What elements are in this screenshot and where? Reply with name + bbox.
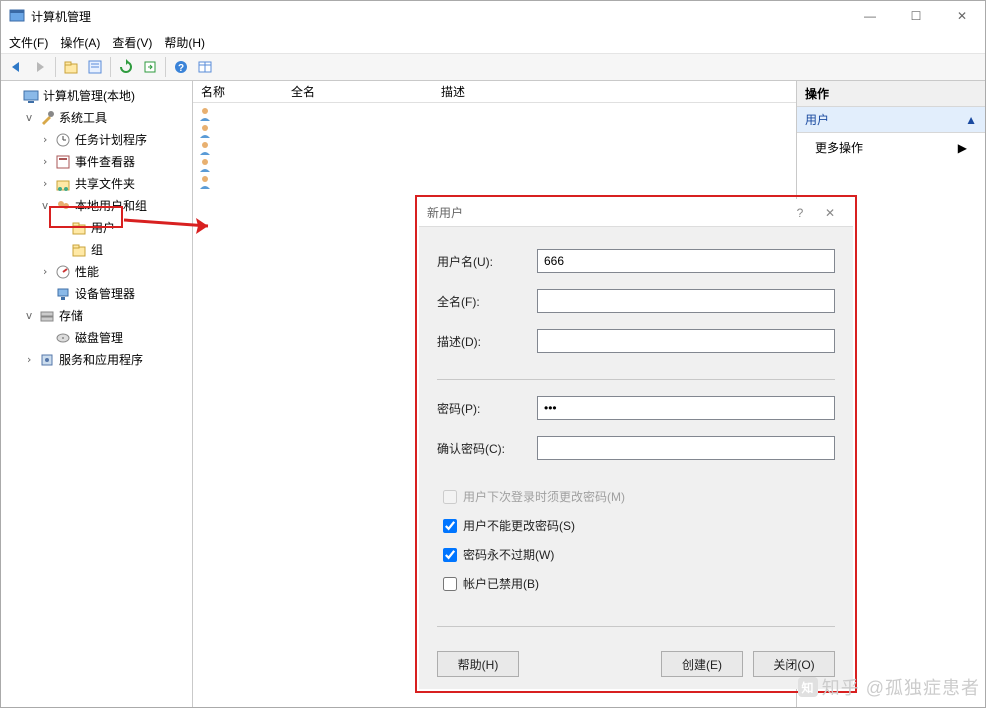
disk-icon — [55, 330, 71, 346]
up-folder-icon[interactable] — [60, 56, 82, 78]
tree-users[interactable]: 用户 — [53, 217, 190, 239]
export-icon[interactable] — [139, 56, 161, 78]
folder-icon — [71, 242, 87, 258]
menubar: 文件(F) 操作(A) 查看(V) 帮助(H) — [1, 31, 985, 53]
confirm-password-label: 确认密码(C): — [437, 440, 537, 457]
user-icon[interactable] — [197, 157, 215, 173]
list-rows — [193, 103, 796, 193]
maximize-button[interactable]: ☐ — [893, 1, 939, 31]
tree-local-users-groups[interactable]: v本地用户和组 — [37, 195, 190, 217]
refresh-icon[interactable] — [115, 56, 137, 78]
performance-icon — [55, 264, 71, 280]
user-icon[interactable] — [197, 174, 215, 190]
never-expires-checkbox[interactable] — [443, 548, 457, 562]
user-icon[interactable] — [197, 123, 215, 139]
annotation-highlight-dialog: 新用户 ? ✕ 用户名(U): 全名(F): — [415, 195, 857, 693]
col-description[interactable]: 描述 — [433, 83, 796, 100]
tree-system-tools[interactable]: v系统工具 — [21, 107, 190, 129]
device-icon — [55, 286, 71, 302]
new-user-dialog: 新用户 ? ✕ 用户名(U): 全名(F): — [419, 199, 853, 689]
menu-help[interactable]: 帮助(H) — [164, 34, 205, 51]
watermark: 知 知乎 @孤独症患者 — [798, 674, 980, 700]
help-icon[interactable]: ? — [170, 56, 192, 78]
password-input[interactable] — [537, 396, 835, 420]
tree-task-scheduler[interactable]: ›任务计划程序 — [37, 129, 190, 151]
svg-text:知: 知 — [800, 680, 814, 695]
more-actions[interactable]: 更多操作 ▶ — [797, 133, 985, 162]
computer-icon — [23, 88, 39, 104]
users-groups-icon — [55, 198, 71, 214]
tree-groups[interactable]: 组 — [53, 239, 190, 261]
back-arrow-icon[interactable] — [5, 56, 27, 78]
dialog-title: 新用户 — [427, 204, 463, 221]
tools-icon — [39, 110, 55, 126]
tree-performance[interactable]: ›性能 — [37, 261, 190, 283]
menu-action[interactable]: 操作(A) — [60, 34, 100, 51]
list-pane: 名称 全名 描述 新用户 ? ✕ — [193, 81, 797, 707]
chevron-right-icon: ▶ — [958, 141, 967, 155]
dialog-help-icon[interactable]: ? — [785, 206, 815, 220]
grid-icon[interactable] — [194, 56, 216, 78]
tree-pane: 计算机管理(本地) v系统工具 ›任务计划程序 ›事件查看器 ›共享文件夹 v本… — [1, 81, 193, 707]
fullname-input[interactable] — [537, 289, 835, 313]
divider — [437, 626, 835, 627]
window-title: 计算机管理 — [9, 8, 847, 25]
folder-icon — [71, 220, 87, 236]
tree-disk-management[interactable]: 磁盘管理 — [37, 327, 190, 349]
toolbar: ? — [1, 53, 985, 81]
help-button[interactable]: 帮助(H) — [437, 651, 519, 677]
description-input[interactable] — [537, 329, 835, 353]
tree-shared-folders[interactable]: ›共享文件夹 — [37, 173, 190, 195]
tree-device-manager[interactable]: 设备管理器 — [37, 283, 190, 305]
tree-storage[interactable]: v存储 — [21, 305, 190, 327]
close-button[interactable]: ✕ — [939, 1, 985, 31]
actions-subject[interactable]: 用户 ▲ — [797, 107, 985, 133]
must-change-checkbox — [443, 490, 457, 504]
user-icon[interactable] — [197, 140, 215, 156]
properties-icon[interactable] — [84, 56, 106, 78]
divider — [437, 379, 835, 380]
col-name[interactable]: 名称 — [193, 83, 283, 100]
password-label: 密码(P): — [437, 400, 537, 417]
list-header: 名称 全名 描述 — [193, 81, 796, 103]
clock-icon — [55, 132, 71, 148]
menu-file[interactable]: 文件(F) — [9, 34, 48, 51]
fullname-label: 全名(F): — [437, 293, 537, 310]
zhihu-icon: 知 — [798, 677, 818, 697]
description-label: 描述(D): — [437, 333, 537, 350]
checkbox-cannot-change[interactable]: 用户不能更改密码(S) — [443, 517, 835, 534]
app-icon — [9, 8, 25, 24]
cannot-change-checkbox[interactable] — [443, 519, 457, 533]
checkbox-never-expires[interactable]: 密码永不过期(W) — [443, 546, 835, 563]
svg-text:?: ? — [178, 63, 184, 74]
menu-view[interactable]: 查看(V) — [112, 34, 152, 51]
collapse-icon: ▲ — [965, 113, 977, 127]
forward-arrow-icon[interactable] — [29, 56, 51, 78]
checkbox-disabled[interactable]: 帐户已禁用(B) — [443, 575, 835, 592]
checkbox-must-change: 用户下次登录时须更改密码(M) — [443, 488, 835, 505]
dialog-close-icon[interactable]: ✕ — [815, 206, 845, 220]
tree-root[interactable]: 计算机管理(本地) — [5, 85, 190, 107]
tree-event-viewer[interactable]: ›事件查看器 — [37, 151, 190, 173]
user-icon[interactable] — [197, 106, 215, 122]
minimize-button[interactable]: — — [847, 1, 893, 31]
username-input[interactable] — [537, 249, 835, 273]
create-button[interactable]: 创建(E) — [661, 651, 743, 677]
username-label: 用户名(U): — [437, 253, 537, 270]
actions-header: 操作 — [797, 81, 985, 107]
account-disabled-checkbox[interactable] — [443, 577, 457, 591]
event-icon — [55, 154, 71, 170]
tree-services-apps[interactable]: ›服务和应用程序 — [21, 349, 190, 371]
titlebar: 计算机管理 — ☐ ✕ — [1, 1, 985, 31]
storage-icon — [39, 308, 55, 324]
shared-folder-icon — [55, 176, 71, 192]
confirm-password-input[interactable] — [537, 436, 835, 460]
col-full-name[interactable]: 全名 — [283, 83, 433, 100]
services-icon — [39, 352, 55, 368]
